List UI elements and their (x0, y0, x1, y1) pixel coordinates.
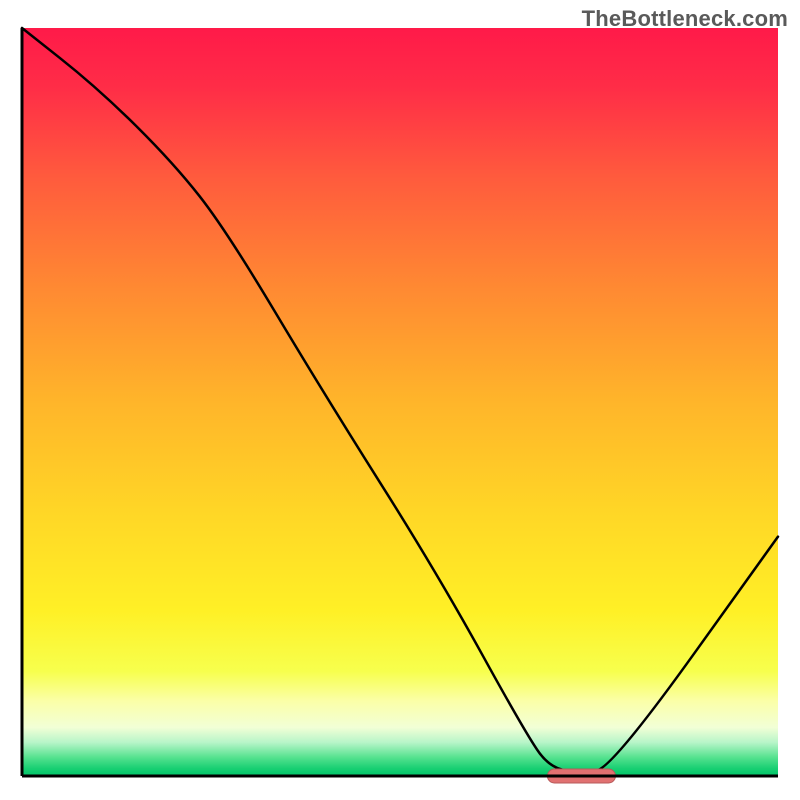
bottleneck-chart (0, 0, 800, 800)
chart-container: TheBottleneck.com (0, 0, 800, 800)
plot-background (22, 28, 778, 776)
watermark-text: TheBottleneck.com (582, 6, 788, 32)
